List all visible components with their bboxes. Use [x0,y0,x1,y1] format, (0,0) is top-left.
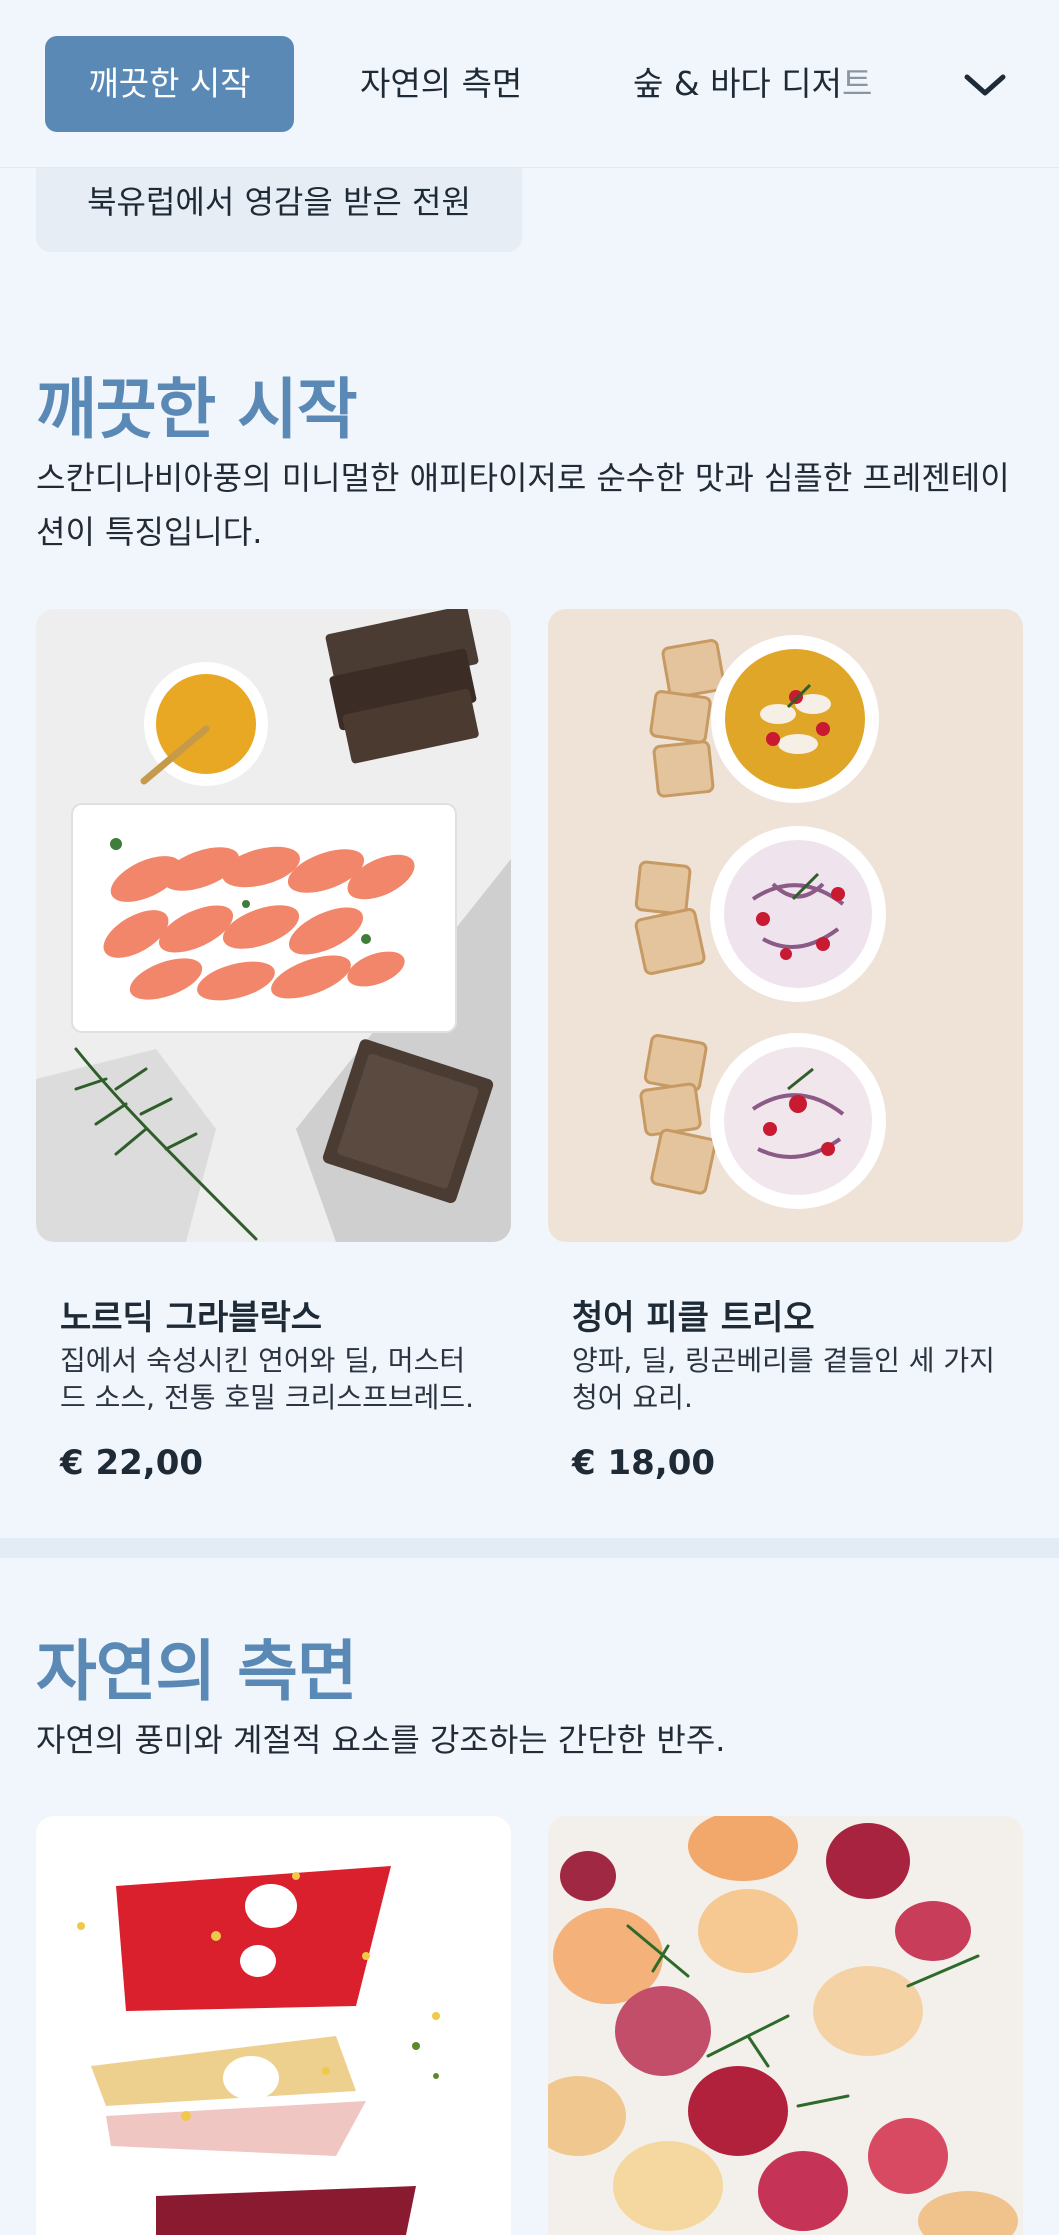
item-description: 집에서 숙성시킨 연어와 딜, 머스터드 소스, 전통 호밀 크리스프브레드. [60,1344,475,1414]
category-nav: 깨끗한 시작 자연의 측면 숲 & 바다 디저트 [0,0,1059,168]
tab-label: 숲 & 바다 디저 [633,64,843,103]
item-price: € 18,00 [572,1443,716,1483]
section-title-nature-side: 자연의 측면 [36,1633,358,1710]
roasted-vegetables-image[interactable] [548,1816,1023,2235]
herring-trio-image[interactable] [548,609,1023,1242]
subcategory-chip[interactable]: 북유럽에서 영감을 받은 전원 [36,168,522,252]
item-description: 양파, 딜, 링곤베리를 곁들인 세 가지 청어 요리. [572,1344,995,1414]
chevron-down-icon[interactable] [960,60,1010,110]
tab-nature-side[interactable]: 자연의 측면 [360,36,522,132]
gravlax-image[interactable] [36,609,511,1242]
section-divider [0,1538,1059,1558]
tab-label-fade: 트 [842,64,873,103]
item-price: € 22,00 [60,1443,204,1483]
tab-clean-start[interactable]: 깨끗한 시작 [45,36,294,132]
beet-dish-image[interactable] [36,1816,511,2235]
item-name: 청어 피클 트리오 [572,1298,815,1338]
tab-forest-sea-dessert[interactable]: 숲 & 바다 디저트 [633,36,872,132]
section-description: 스칸디나비아풍의 미니멀한 애피타이저로 순수한 맛과 심플한 프레젠테이션이 … [36,459,1010,551]
item-name: 노르딕 그라블락스 [60,1298,323,1338]
section-description: 자연의 풍미와 계절적 요소를 강조하는 간단한 반주. [36,1721,726,1759]
section-title-clean-start: 깨끗한 시작 [36,371,358,448]
